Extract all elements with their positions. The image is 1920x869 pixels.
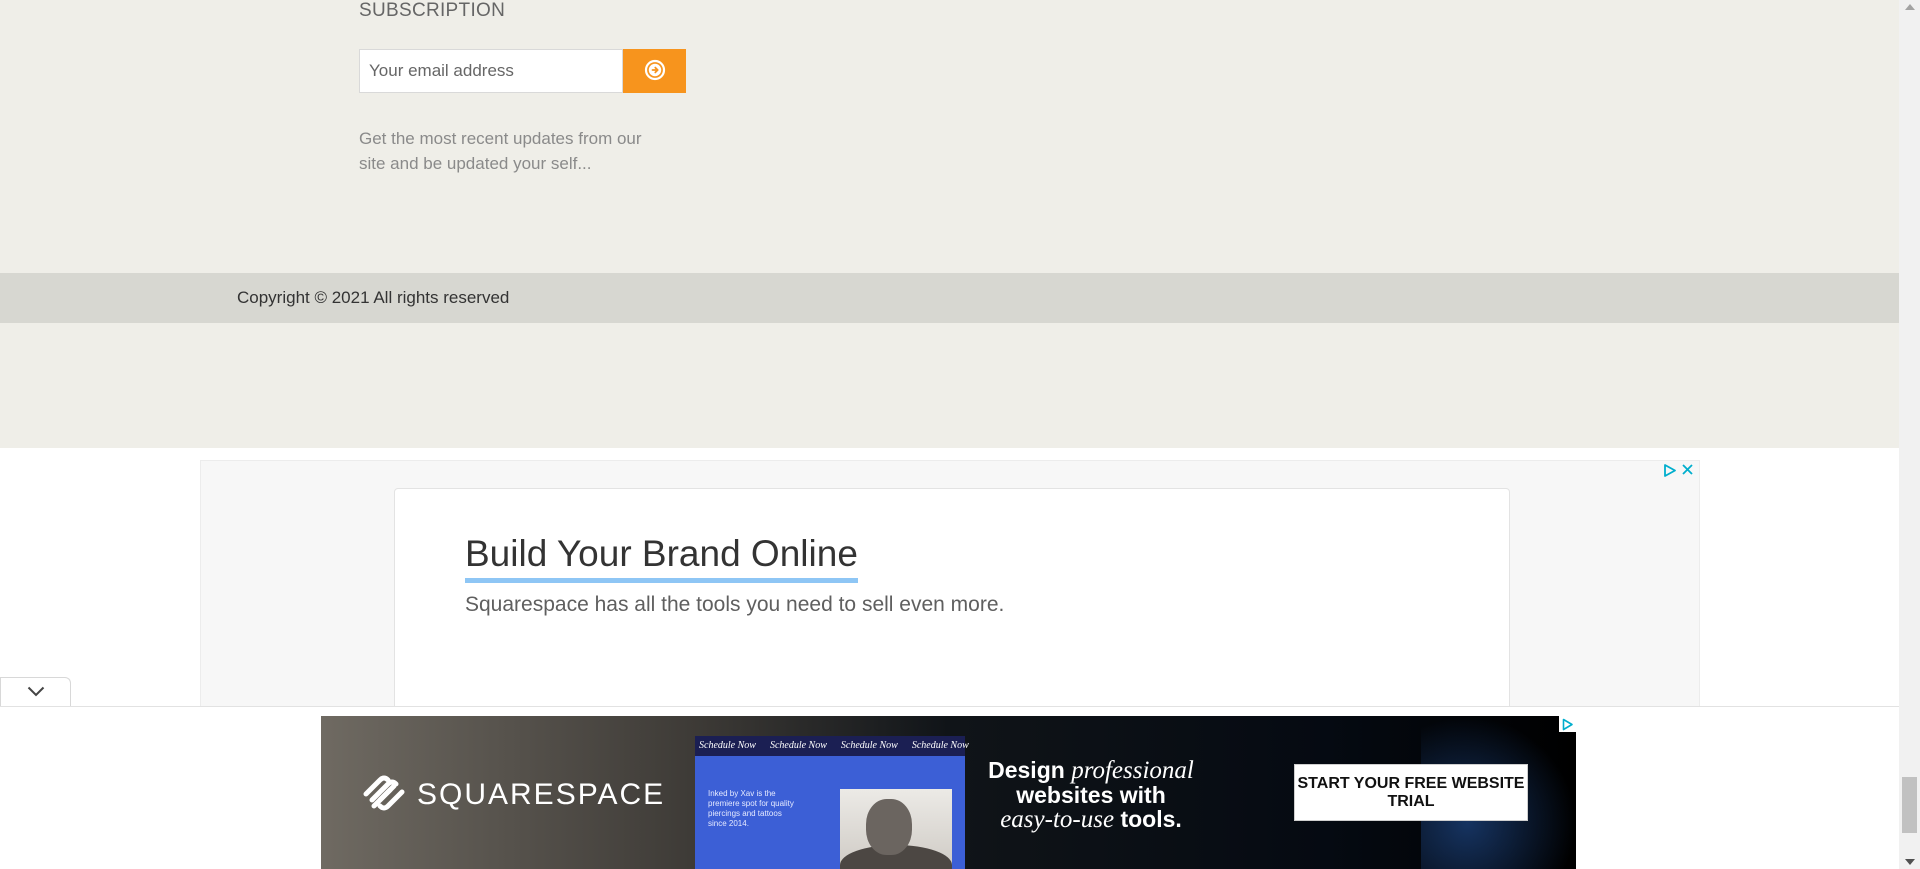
website-preview-image: Schedule Now Schedule Now Schedule Now S…	[695, 736, 969, 869]
scrollbar-thumb[interactable]	[1902, 777, 1917, 833]
preview-nav-item: Schedule Now	[911, 740, 969, 751]
preview-portrait	[840, 789, 952, 869]
adchoices-icon[interactable]	[1662, 463, 1677, 483]
squarespace-logo-icon	[360, 772, 408, 817]
preview-nav-item: Schedule Now	[840, 740, 898, 751]
subscription-title: SUBSCRIPTION	[359, 0, 506, 21]
sticky-ad-toggle[interactable]	[0, 677, 71, 708]
footer-spacer	[0, 323, 1899, 448]
subscription-description: Get the most recent updates from our sit…	[359, 129, 642, 173]
brand-name: SQUARESPACE	[417, 777, 666, 811]
tagline-part: professional	[1071, 757, 1194, 784]
squarespace-logo: SQUARESPACE	[360, 772, 665, 817]
page: SUBSCRIPTION Get the most recent updates…	[0, 0, 1899, 869]
chevron-down-icon	[27, 684, 45, 702]
ad-subtext: Squarespace has all the tools you need t…	[465, 593, 1005, 616]
email-input[interactable]	[359, 49, 623, 93]
start-trial-button[interactable]: START YOUR FREE WEBSITE TRIAL	[1294, 764, 1528, 821]
copyright-bar: Copyright © 2021 All rights reserved	[0, 273, 1899, 323]
preview-blurb: Inked by Xav is the premiere spot for qu…	[708, 789, 794, 828]
close-icon[interactable]	[1680, 462, 1695, 482]
display-ad[interactable]: Build Your Brand Online Squarespace has …	[200, 460, 1700, 710]
ad-card[interactable]: Build Your Brand Online Squarespace has …	[394, 488, 1510, 709]
tagline-part: Design	[988, 757, 1065, 783]
vertical-scrollbar[interactable]	[1899, 0, 1920, 869]
footer-subscription-section: SUBSCRIPTION Get the most recent updates…	[0, 0, 1899, 273]
adchoices-icon[interactable]	[1559, 716, 1576, 732]
banner-tagline: Design professional websites with easy-t…	[961, 758, 1221, 832]
subscription-form	[359, 49, 686, 93]
tagline-part: websites with	[1016, 782, 1166, 808]
preview-nav-item: Schedule Now	[769, 740, 827, 751]
squarespace-banner-ad[interactable]: SQUARESPACE Schedule Now Schedule Now Sc…	[321, 716, 1576, 869]
tagline-part: easy-to-use	[1000, 806, 1115, 833]
arrow-circle-right-icon	[644, 59, 666, 84]
ad-headline[interactable]: Build Your Brand Online	[465, 532, 858, 583]
subscribe-button[interactable]	[623, 49, 686, 93]
preview-nav: Schedule Now Schedule Now Schedule Now S…	[695, 736, 969, 756]
scroll-up-arrow[interactable]	[1905, 4, 1915, 10]
copyright-text: Copyright © 2021 All rights reserved	[237, 288, 510, 307]
preview-nav-item: Schedule Now	[699, 740, 756, 751]
tagline-part: tools.	[1120, 806, 1182, 832]
scroll-down-arrow[interactable]	[1905, 859, 1915, 865]
